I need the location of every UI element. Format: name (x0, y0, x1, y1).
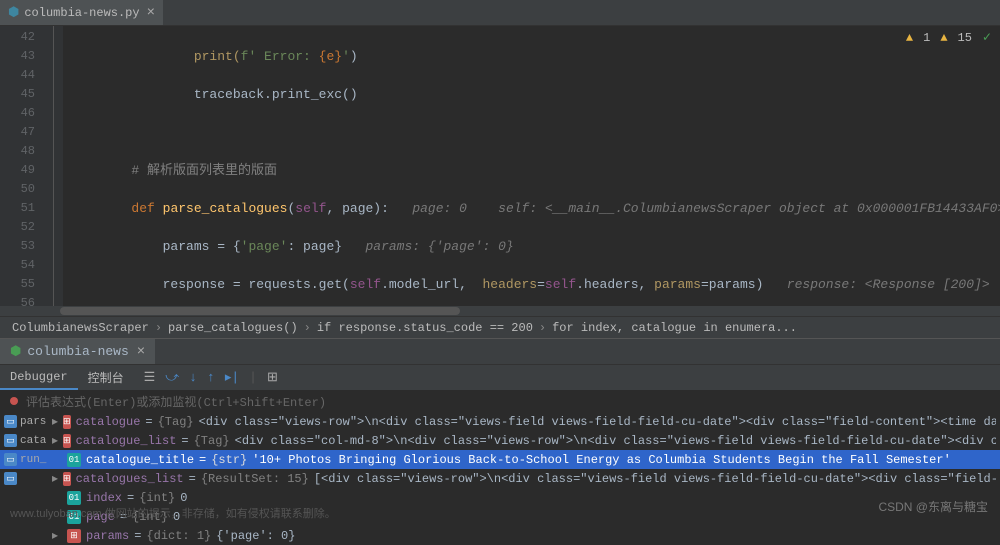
close-icon[interactable]: × (147, 5, 155, 21)
var-type-icon: 01 (67, 453, 81, 467)
variable-row[interactable]: ▭pars▸⊞ catalogue = {Tag} <div class="vi… (0, 412, 1000, 431)
footer-watermark: www.tulyoban.com 做网站的揭示，非存储，如有侵权请联系删除。 (10, 505, 336, 521)
variable-row[interactable]: ▭▸⊞ catalogues_list = {ResultSet: 15} [<… (0, 469, 1000, 488)
variable-row[interactable]: ▸⊞ params = {dict: 1} {'page': 0} (0, 526, 1000, 545)
variables-panel: ▭pars▸⊞ catalogue = {Tag} <div class="vi… (0, 412, 1000, 545)
breadcrumb-item[interactable]: parse_catalogues() (168, 321, 298, 335)
debugger-tab[interactable]: Debugger (0, 366, 78, 390)
code-area[interactable]: print(f' Error: {e}') traceback.print_ex… (63, 26, 1000, 306)
line-gutter[interactable]: 424344454647484950515253545556 (0, 26, 45, 306)
bug-icon: ⬢ (10, 344, 21, 359)
layout-icon[interactable]: ☰ (144, 370, 156, 385)
evaluate-icon[interactable]: ⊞ (267, 370, 278, 385)
var-type-icon: ⊞ (67, 529, 81, 543)
file-tab[interactable]: ⬢ columbia-news.py × (0, 0, 163, 25)
editor-tab-bar: ⬢ columbia-news.py × (0, 0, 1000, 26)
python-file-icon: ⬢ (8, 5, 19, 20)
tab-filename: columbia-news.py (24, 6, 139, 20)
debug-tab-bar: ⬢ columbia-news × (0, 338, 1000, 364)
horizontal-scrollbar[interactable] (0, 306, 1000, 316)
breadcrumb-item[interactable]: for index, catalogue in enumera... (552, 321, 797, 335)
var-type-icon: ⊞ (63, 415, 71, 429)
watch-input-row: 评估表达式(Enter)或添加监视(Ctrl+Shift+Enter) (0, 390, 1000, 412)
debug-session-tab[interactable]: ⬢ columbia-news × (0, 339, 155, 364)
frame-icon: ▭ (4, 472, 17, 485)
variable-row[interactable]: ▭cata▸⊞ catalogue_list = {Tag} <div clas… (0, 431, 1000, 450)
watermark: CSDN @东离与糖宝 (878, 498, 988, 515)
var-type-icon: ⊞ (63, 472, 71, 486)
frame-icon: ▭ (4, 434, 17, 447)
breadcrumb-item[interactable]: ColumbianewsScraper (12, 321, 149, 335)
console-tab[interactable]: 控制台 (78, 365, 134, 390)
breadcrumb[interactable]: ColumbianewsScraper› parse_catalogues()›… (0, 316, 1000, 338)
step-out-icon[interactable]: ↑ (207, 370, 215, 385)
fold-column[interactable] (45, 26, 63, 306)
breadcrumb-item[interactable]: if response.status_code == 200 (317, 321, 533, 335)
var-type-icon: 01 (67, 491, 81, 505)
var-type-icon: ⊞ (63, 434, 71, 448)
watch-input[interactable]: 评估表达式(Enter)或添加监视(Ctrl+Shift+Enter) (26, 393, 326, 410)
breakpoint-dot-icon (10, 397, 18, 405)
step-into-icon[interactable]: ↓ (189, 370, 197, 385)
code-editor[interactable]: 424344454647484950515253545556 print(f' … (0, 26, 1000, 306)
step-over-icon[interactable]: ⤻ (165, 370, 179, 385)
variable-row[interactable]: ▭run_01 catalogue_title = {str} '10+ Pho… (0, 450, 1000, 469)
run-to-cursor-icon[interactable]: ▸| (225, 370, 239, 385)
close-icon[interactable]: × (137, 344, 145, 360)
frame-icon: ▭ (4, 453, 17, 466)
debug-toolbar: Debugger 控制台 ☰ ⤻ ↓ ↑ ▸| | ⊞ (0, 364, 1000, 390)
frame-icon: ▭ (4, 415, 17, 428)
